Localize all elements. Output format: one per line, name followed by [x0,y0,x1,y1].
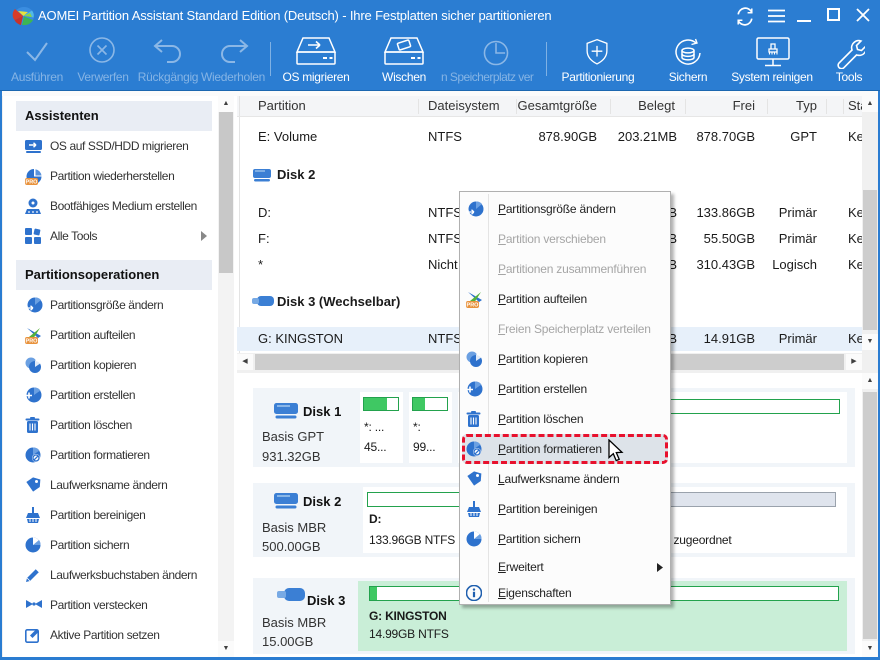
svg-text:PRO: PRO [467,303,480,309]
svg-text:PRO: PRO [26,339,39,345]
svg-text:PRO: PRO [26,180,39,186]
